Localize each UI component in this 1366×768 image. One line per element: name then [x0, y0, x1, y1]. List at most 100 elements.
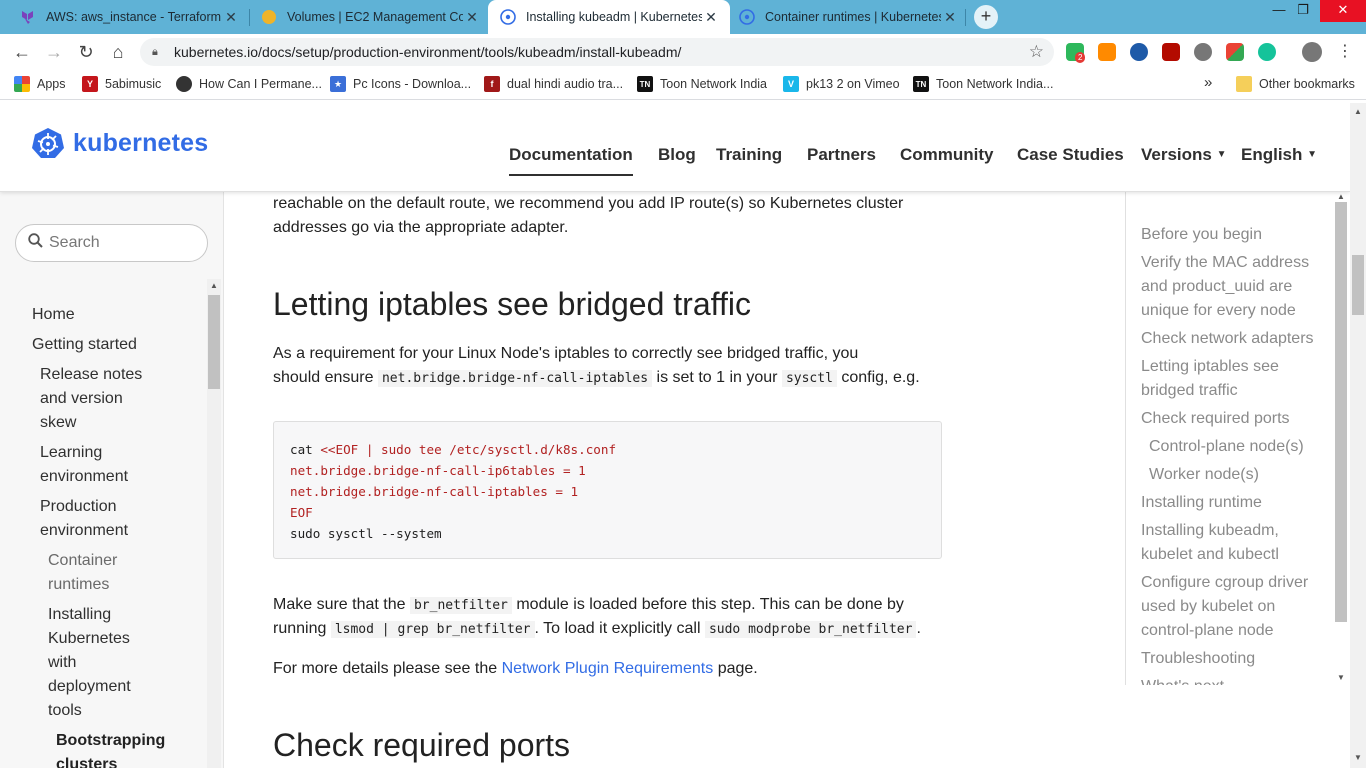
- scroll-up-icon[interactable]: ▲: [1350, 107, 1366, 116]
- toc-installing-runtime[interactable]: Installing runtime: [1141, 491, 1321, 515]
- extension-shield-icon[interactable]: 2: [1066, 43, 1086, 63]
- extension-colorful-icon[interactable]: [1226, 43, 1244, 61]
- network-plugin-requirements-link[interactable]: Network Plugin Requirements: [502, 660, 714, 677]
- kubernetes-icon: [739, 9, 755, 25]
- code-block[interactable]: cat <<EOF | sudo tee /etc/sysctl.d/k8s.c…: [273, 421, 942, 559]
- nav-versions-label: Versions: [1141, 145, 1212, 164]
- bookmark-apps[interactable]: Apps: [14, 76, 66, 92]
- sidebar-item-learning-environment[interactable]: Learning environment: [40, 441, 150, 489]
- bookmark-5abimusic[interactable]: Y 5abimusic: [82, 76, 161, 92]
- paragraph-intro-line2: addresses go via the appropriate adapter…: [273, 219, 569, 236]
- sidebar-item-home[interactable]: Home: [32, 303, 202, 327]
- search-input[interactable]: Search: [15, 224, 208, 262]
- toc-check-network-adapters[interactable]: Check network adapters: [1141, 327, 1331, 351]
- grammarly-icon[interactable]: [1258, 43, 1276, 61]
- paragraph-more-details: For more details please see the Network …: [273, 657, 953, 681]
- terraform-icon: [20, 9, 36, 25]
- toc-scrollbar[interactable]: ▲ ▼: [1334, 192, 1348, 685]
- nav-training[interactable]: Training: [716, 145, 782, 165]
- close-tab-icon[interactable]: ✕: [941, 9, 959, 26]
- scrollbar-thumb[interactable]: [208, 295, 220, 389]
- paragraph-requirement-line2: should ensure net.bridge.bridge-nf-call-…: [273, 366, 953, 391]
- nav-community[interactable]: Community: [900, 145, 994, 165]
- search-placeholder: Search: [49, 234, 100, 251]
- kubernetes-logo[interactable]: kubernetes: [32, 127, 208, 159]
- sidebar-item-getting-started[interactable]: Getting started: [32, 333, 202, 357]
- nav-case-studies[interactable]: Case Studies: [1017, 145, 1124, 165]
- reload-icon[interactable]: ↻: [75, 41, 97, 63]
- extension-bag-icon[interactable]: [1098, 43, 1116, 61]
- toc-check-required-ports[interactable]: Check required ports: [1141, 407, 1321, 431]
- nav-documentation[interactable]: Documentation: [509, 145, 633, 176]
- sidebar-item-production-environment[interactable]: Production environment: [40, 495, 150, 543]
- scrollbar-thumb[interactable]: [1335, 202, 1347, 622]
- tab-divider: [965, 9, 966, 26]
- bookmark-how-can-i[interactable]: How Can I Permane...: [176, 76, 322, 92]
- restore-icon[interactable]: ❐: [1286, 0, 1320, 22]
- bookmark-star-icon[interactable]: ☆: [1029, 42, 1044, 62]
- nav-blog[interactable]: Blog: [658, 145, 696, 165]
- scrollbar-thumb[interactable]: [1352, 255, 1364, 315]
- new-tab-button[interactable]: +: [974, 5, 998, 29]
- bookmarks-overflow-button[interactable]: »: [1204, 74, 1212, 91]
- toc-letting-iptables[interactable]: Letting iptables see bridged traffic: [1141, 355, 1301, 403]
- code-token: cat: [290, 442, 321, 457]
- menu-icon[interactable]: ⋮: [1334, 41, 1356, 63]
- toc-worker-nodes[interactable]: Worker node(s): [1149, 463, 1329, 487]
- paragraph-requirement-line1: As a requirement for your Linux Node's i…: [273, 345, 859, 362]
- inline-code: br_netfilter: [409, 597, 512, 614]
- tab-strip: AWS: aws_instance - Terraform b ✕ Volume…: [0, 0, 1366, 34]
- bookmark-toon-network[interactable]: TN Toon Network India: [637, 76, 767, 92]
- folder-icon: [1236, 76, 1252, 92]
- nav-language-dropdown[interactable]: English ▼: [1241, 145, 1317, 165]
- sidebar-scrollbar[interactable]: ▲: [207, 279, 221, 768]
- tab-ec2-volumes[interactable]: Volumes | EC2 Management Con ✕: [249, 0, 491, 34]
- vimeo-icon: V: [783, 76, 799, 92]
- close-tab-icon[interactable]: ✕: [222, 9, 240, 26]
- bookmark-toon-network-2[interactable]: TN Toon Network India...: [913, 76, 1053, 92]
- close-tab-icon[interactable]: ✕: [463, 9, 481, 26]
- sidebar-item-bootstrapping-clusters[interactable]: Bootstrapping clusters: [56, 729, 186, 768]
- toc-control-plane-nodes[interactable]: Control-plane node(s): [1149, 435, 1329, 459]
- forward-icon[interactable]: →: [43, 41, 65, 63]
- bookmark-dual-hindi[interactable]: f dual hindi audio tra...: [484, 76, 623, 92]
- bookmark-pc-icons[interactable]: ★ Pc Icons - Downloa...: [330, 76, 471, 92]
- scroll-up-icon[interactable]: ▲: [1334, 192, 1348, 201]
- extension-bulb-icon[interactable]: [1194, 43, 1212, 61]
- toc-verify-mac[interactable]: Verify the MAC address and product_uuid …: [1141, 251, 1321, 323]
- sidebar-item-container-runtimes[interactable]: Container runtimes: [48, 549, 138, 597]
- home-icon[interactable]: ⌂: [107, 41, 129, 63]
- code-line: net.bridge.bridge-nf-call-iptables = 1: [290, 484, 579, 499]
- nav-versions-dropdown[interactable]: Versions ▼: [1141, 145, 1227, 165]
- page-scrollbar[interactable]: ▲ ▼: [1350, 103, 1366, 768]
- text-fragment: For more details please see the: [273, 660, 498, 677]
- avatar[interactable]: [1302, 42, 1322, 62]
- scroll-down-icon[interactable]: ▼: [1350, 753, 1366, 762]
- sidebar-item-installing-kubernetes[interactable]: Installing Kubernetes with deployment to…: [48, 603, 148, 723]
- toc-whats-next[interactable]: What's next: [1141, 675, 1321, 685]
- toc-before-you-begin[interactable]: Before you begin: [1141, 223, 1321, 247]
- pdf-extension-icon[interactable]: [1162, 43, 1180, 61]
- toc-configure-cgroup[interactable]: Configure cgroup driver used by kubelet …: [1141, 571, 1321, 643]
- toc-troubleshooting[interactable]: Troubleshooting: [1141, 647, 1321, 671]
- bookmark-label: Pc Icons - Downloa...: [353, 77, 472, 91]
- close-tab-icon[interactable]: ✕: [702, 9, 720, 26]
- scroll-up-icon[interactable]: ▲: [207, 281, 221, 290]
- text-fragment: .: [916, 620, 921, 637]
- toc-installing-kubeadm[interactable]: Installing kubeadm, kubelet and kubectl: [1141, 519, 1291, 567]
- sidebar-item-release-notes[interactable]: Release notes and version skew: [40, 363, 145, 435]
- nav-partners[interactable]: Partners: [807, 145, 876, 165]
- close-window-icon[interactable]: ✕: [1320, 0, 1366, 22]
- back-icon[interactable]: ←: [11, 41, 33, 63]
- scroll-down-icon[interactable]: ▼: [1334, 673, 1348, 682]
- other-bookmarks[interactable]: Other bookmarks: [1236, 76, 1355, 92]
- bookmark-vimeo[interactable]: V pk13 2 on Vimeo: [783, 76, 900, 92]
- extension-circle-icon[interactable]: [1130, 43, 1148, 61]
- paragraph-br-netfilter-line1: Make sure that the br_netfilter module i…: [273, 593, 953, 618]
- tab-installing-kubeadm[interactable]: Installing kubeadm | Kubernetes ✕: [488, 0, 730, 34]
- tab-container-runtimes[interactable]: Container runtimes | Kubernetes ✕: [727, 0, 969, 34]
- address-bar[interactable]: 🔒︎ kubernetes.io/docs/setup/production-e…: [140, 38, 1054, 66]
- tab-terraform[interactable]: AWS: aws_instance - Terraform b ✕: [8, 0, 250, 34]
- bookmark-label: pk13 2 on Vimeo: [806, 77, 900, 91]
- lock-icon: 🔒︎: [152, 45, 158, 58]
